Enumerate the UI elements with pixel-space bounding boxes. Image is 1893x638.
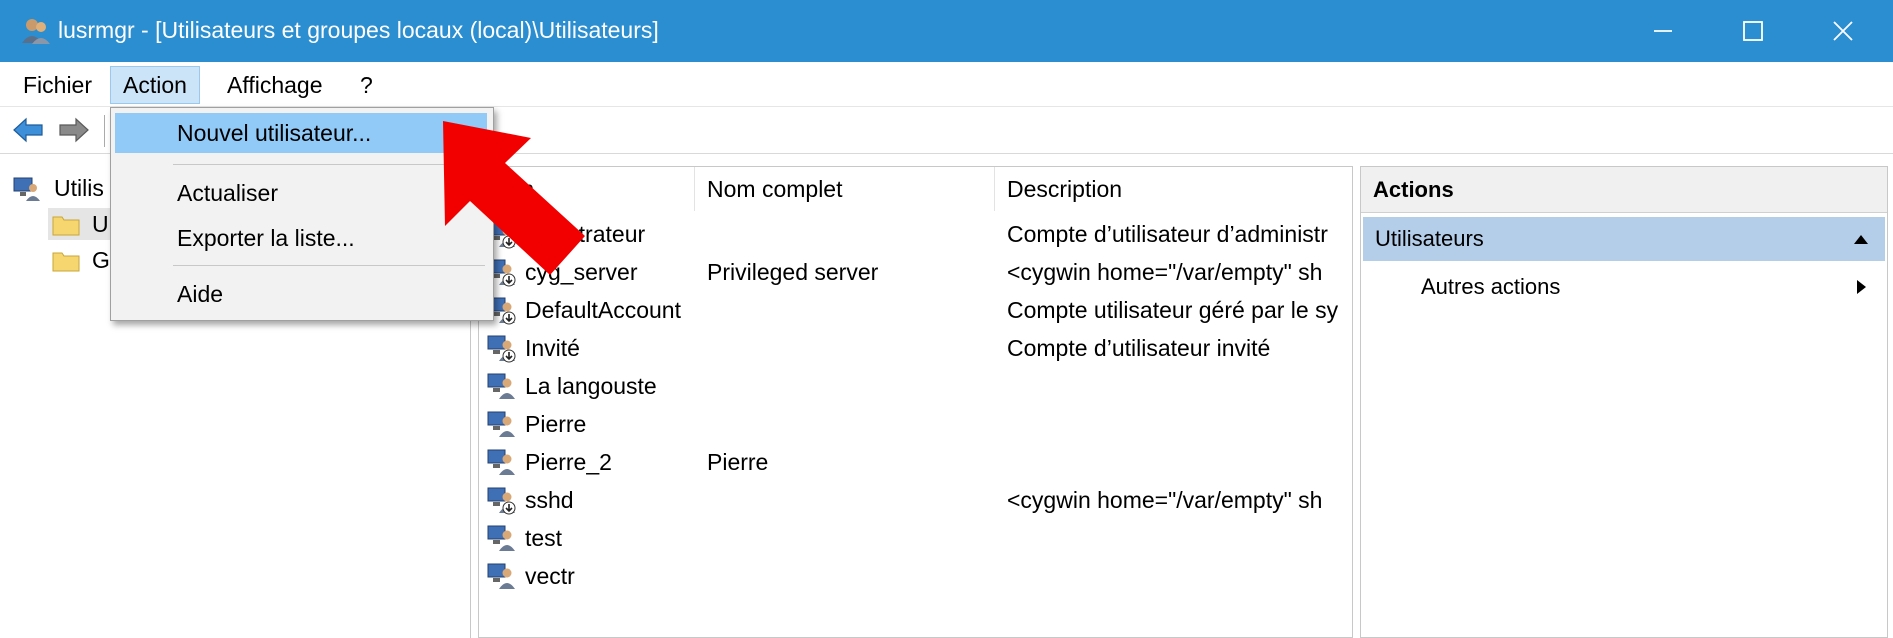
back-arrow-icon[interactable] — [12, 115, 44, 145]
cell-description: <cygwin home="/var/empty" sh — [1007, 487, 1323, 513]
cell-full-name — [707, 291, 993, 329]
table-row[interactable]: cyg_server Privileged server <cygwin home=… — [479, 253, 1352, 291]
table-row[interactable]: Invité Compte d’utilisateur invité — [479, 329, 1352, 367]
other-actions-item[interactable]: Autres actions — [1421, 267, 1560, 307]
tree-node-users-label: U — [92, 211, 109, 237]
tree-node-groups-label: G — [92, 247, 110, 273]
cell-name: La langouste — [525, 373, 657, 399]
table-row[interactable]: sshd <cygwin home="/var/empty" sh — [479, 481, 1352, 519]
cell-full-name — [707, 329, 993, 367]
cell-description: Compte utilisateur géré par le sy — [1007, 297, 1339, 323]
menu-item-new-user[interactable]: Nouvel utilisateur... — [115, 113, 487, 153]
users-app-icon — [22, 19, 50, 44]
folder-icon — [52, 252, 80, 272]
table-row[interactable]: Pierre — [479, 405, 1352, 443]
actions-header: Actions — [1361, 167, 1887, 213]
cell-description — [1007, 557, 1352, 595]
actions-section-users[interactable]: Utilisateurs — [1363, 217, 1885, 261]
cell-description — [1007, 519, 1352, 557]
submenu-arrow-icon[interactable] — [1855, 279, 1867, 295]
table-row[interactable]: vectr — [479, 557, 1352, 595]
disabled-user-icon — [487, 487, 516, 515]
cell-full-name: Pierre — [707, 449, 769, 475]
tree-root-label: Utilis — [54, 175, 104, 201]
menu-separator — [173, 265, 485, 266]
cell-description: <cygwin home="/var/empty" sh — [1007, 259, 1323, 285]
menu-separator — [173, 164, 485, 165]
cell-name: ministrateur — [525, 221, 646, 247]
menu-help[interactable]: ? — [348, 66, 385, 104]
menu-affichage[interactable]: Affichage — [215, 66, 334, 104]
maximize-button[interactable] — [1708, 0, 1798, 62]
tree-node-users[interactable]: U — [48, 208, 118, 240]
cell-description — [1007, 443, 1352, 481]
cell-description: Compte d’utilisateur d’administr — [1007, 221, 1328, 247]
title-bar: lusrmgr - [Utilisateurs et groupes locau… — [0, 0, 1893, 62]
menu-fichier[interactable]: Fichier — [11, 66, 104, 104]
actions-pane: Actions Utilisateurs Autres actions — [1360, 166, 1888, 638]
close-button[interactable] — [1798, 0, 1888, 62]
cell-name: DefaultAccount — [525, 297, 681, 323]
column-header-full-name[interactable]: Nom complet — [695, 167, 995, 211]
cell-full-name: Privileged server — [707, 259, 879, 285]
cell-name: sshd — [525, 487, 574, 513]
cell-full-name — [707, 405, 993, 443]
cell-full-name — [707, 519, 993, 557]
cell-name: Invité — [525, 335, 580, 361]
user-icon — [487, 563, 515, 589]
table-row[interactable]: test — [479, 519, 1352, 557]
table-row[interactable]: ministrateur Compte d’utilisateur d’admin… — [479, 215, 1352, 253]
menu-item-help[interactable]: Aide — [115, 274, 487, 314]
table-row[interactable]: DefaultAccount Compte utilisateur géré pa… — [479, 291, 1352, 329]
column-header-name[interactable]: m — [479, 167, 695, 211]
menu-item-export-list[interactable]: Exporter la liste... — [115, 218, 487, 258]
cell-name: vectr — [525, 563, 575, 589]
users-list: m Nom complet Description ministrateur Co… — [478, 166, 1353, 638]
maximize-icon — [1743, 21, 1763, 41]
window-title: lusrmgr - [Utilisateurs et groupes locau… — [58, 17, 659, 43]
cell-full-name — [707, 215, 993, 253]
table-row[interactable]: Pierre_2 Pierre — [479, 443, 1352, 481]
menu-action[interactable]: Action — [110, 66, 200, 104]
cell-full-name — [707, 557, 993, 595]
column-header-description[interactable]: Description — [995, 167, 1352, 211]
user-icon — [487, 449, 515, 475]
menu-bar: Fichier Action Affichage ? — [0, 62, 1893, 107]
user-icon — [487, 411, 515, 437]
other-actions-label: Autres actions — [1421, 274, 1561, 299]
cell-full-name — [707, 367, 993, 405]
cell-name: cyg_server — [525, 259, 638, 285]
cell-name: Pierre — [525, 411, 587, 437]
toolbar-separator — [104, 115, 105, 147]
cell-description — [1007, 405, 1352, 443]
cell-name: test — [525, 525, 563, 551]
disabled-user-icon — [487, 335, 516, 363]
minimize-button[interactable] — [1618, 0, 1708, 62]
menu-item-refresh[interactable]: Actualiser — [115, 173, 487, 213]
close-icon — [1833, 21, 1853, 41]
action-menu: Nouvel utilisateur... Actualiser Exporte… — [110, 107, 494, 321]
user-icon — [487, 525, 515, 551]
actions-section-label: Utilisateurs — [1375, 226, 1484, 251]
cell-description: Compte d’utilisateur invité — [1007, 335, 1271, 361]
user-icon — [487, 373, 515, 399]
folder-icon — [52, 216, 80, 236]
minimize-icon — [1654, 30, 1672, 32]
forward-arrow-icon[interactable] — [58, 115, 90, 145]
cell-description — [1007, 367, 1352, 405]
collapse-up-icon[interactable] — [1853, 233, 1869, 245]
cell-name: Pierre_2 — [525, 449, 612, 475]
table-row[interactable]: La langouste — [479, 367, 1352, 405]
cell-full-name — [707, 481, 993, 519]
computer-users-icon — [13, 177, 40, 201]
